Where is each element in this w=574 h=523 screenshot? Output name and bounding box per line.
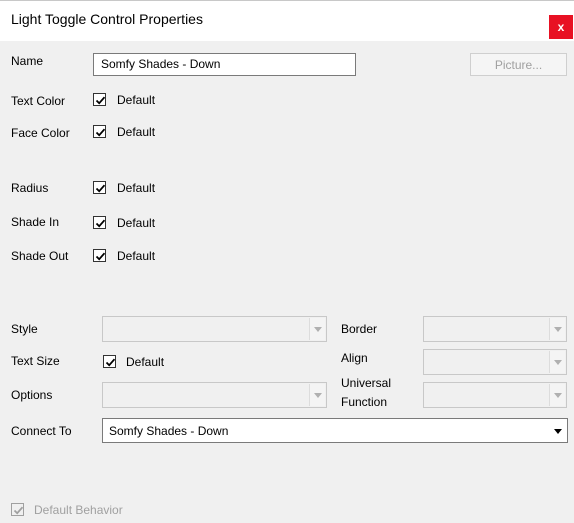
style-label: Style [11, 322, 38, 336]
border-label: Border [341, 322, 378, 336]
align-dropdown-arrow[interactable] [549, 351, 565, 373]
checkmark-icon [13, 506, 24, 515]
chevron-down-icon [314, 327, 322, 332]
border-dropdown[interactable] [423, 316, 567, 342]
window-title: Light Toggle Control Properties [11, 11, 203, 27]
shade-in-default-checkbox[interactable] [93, 216, 106, 229]
text-color-default-checkbox[interactable] [93, 93, 106, 106]
top-border [0, 0, 574, 1]
chevron-down-icon [554, 393, 562, 398]
name-label: Name [11, 54, 44, 68]
default-behavior-label: Default Behavior [34, 503, 123, 517]
radius-label: Radius [11, 181, 49, 195]
chevron-down-icon [554, 360, 562, 365]
border-dropdown-arrow[interactable] [549, 318, 565, 340]
radius-default-label: Default [117, 181, 156, 195]
shade-in-label: Shade In [11, 215, 60, 229]
face-color-default-checkbox[interactable] [93, 125, 106, 138]
text-color-default-label: Default [117, 93, 156, 107]
connect-to-label: Connect To [11, 424, 72, 438]
connect-to-value: Somfy Shades - Down [109, 424, 229, 438]
radius-default-checkbox[interactable] [93, 181, 106, 194]
name-input[interactable]: Somfy Shades - Down [93, 53, 356, 76]
text-size-default-label: Default [126, 355, 165, 369]
checkmark-icon [95, 184, 106, 193]
universal-function-label-line2: Function [341, 395, 388, 409]
style-dropdown-arrow[interactable] [309, 318, 325, 340]
universal-function-dropdown[interactable] [423, 382, 567, 408]
align-dropdown[interactable] [423, 349, 567, 375]
style-dropdown[interactable] [102, 316, 327, 342]
title-bar: Light Toggle Control Properties x [0, 0, 574, 41]
universal-function-dropdown-arrow[interactable] [549, 384, 565, 406]
universal-function-label-line1: Universal [341, 376, 392, 390]
connect-to-dropdown[interactable]: Somfy Shades - Down [102, 418, 568, 443]
options-label: Options [11, 388, 53, 402]
options-dropdown-arrow[interactable] [309, 384, 325, 406]
chevron-down-icon [314, 393, 322, 398]
options-dropdown[interactable] [102, 382, 327, 408]
close-button[interactable]: x [549, 15, 573, 39]
checkmark-icon [105, 358, 116, 367]
shade-out-default-label: Default [117, 249, 156, 263]
connect-to-dropdown-arrow[interactable] [550, 420, 566, 441]
checkmark-icon [95, 252, 106, 261]
shade-out-default-checkbox[interactable] [93, 249, 106, 262]
shade-in-default-label: Default [117, 216, 156, 230]
text-size-label: Text Size [11, 354, 60, 368]
chevron-down-icon [554, 327, 562, 332]
checkmark-icon [95, 219, 106, 228]
picture-button[interactable]: Picture... [470, 53, 567, 76]
face-color-label: Face Color [11, 126, 70, 140]
default-behavior-checkbox[interactable] [11, 503, 24, 516]
text-size-default-checkbox[interactable] [103, 355, 116, 368]
chevron-down-icon [554, 428, 562, 434]
checkmark-icon [95, 128, 106, 137]
checkmark-icon [95, 96, 106, 105]
face-color-default-label: Default [117, 125, 156, 139]
shade-out-label: Shade Out [11, 249, 69, 263]
text-color-label: Text Color [11, 94, 66, 108]
align-label: Align [341, 351, 368, 365]
close-icon: x [557, 20, 565, 34]
